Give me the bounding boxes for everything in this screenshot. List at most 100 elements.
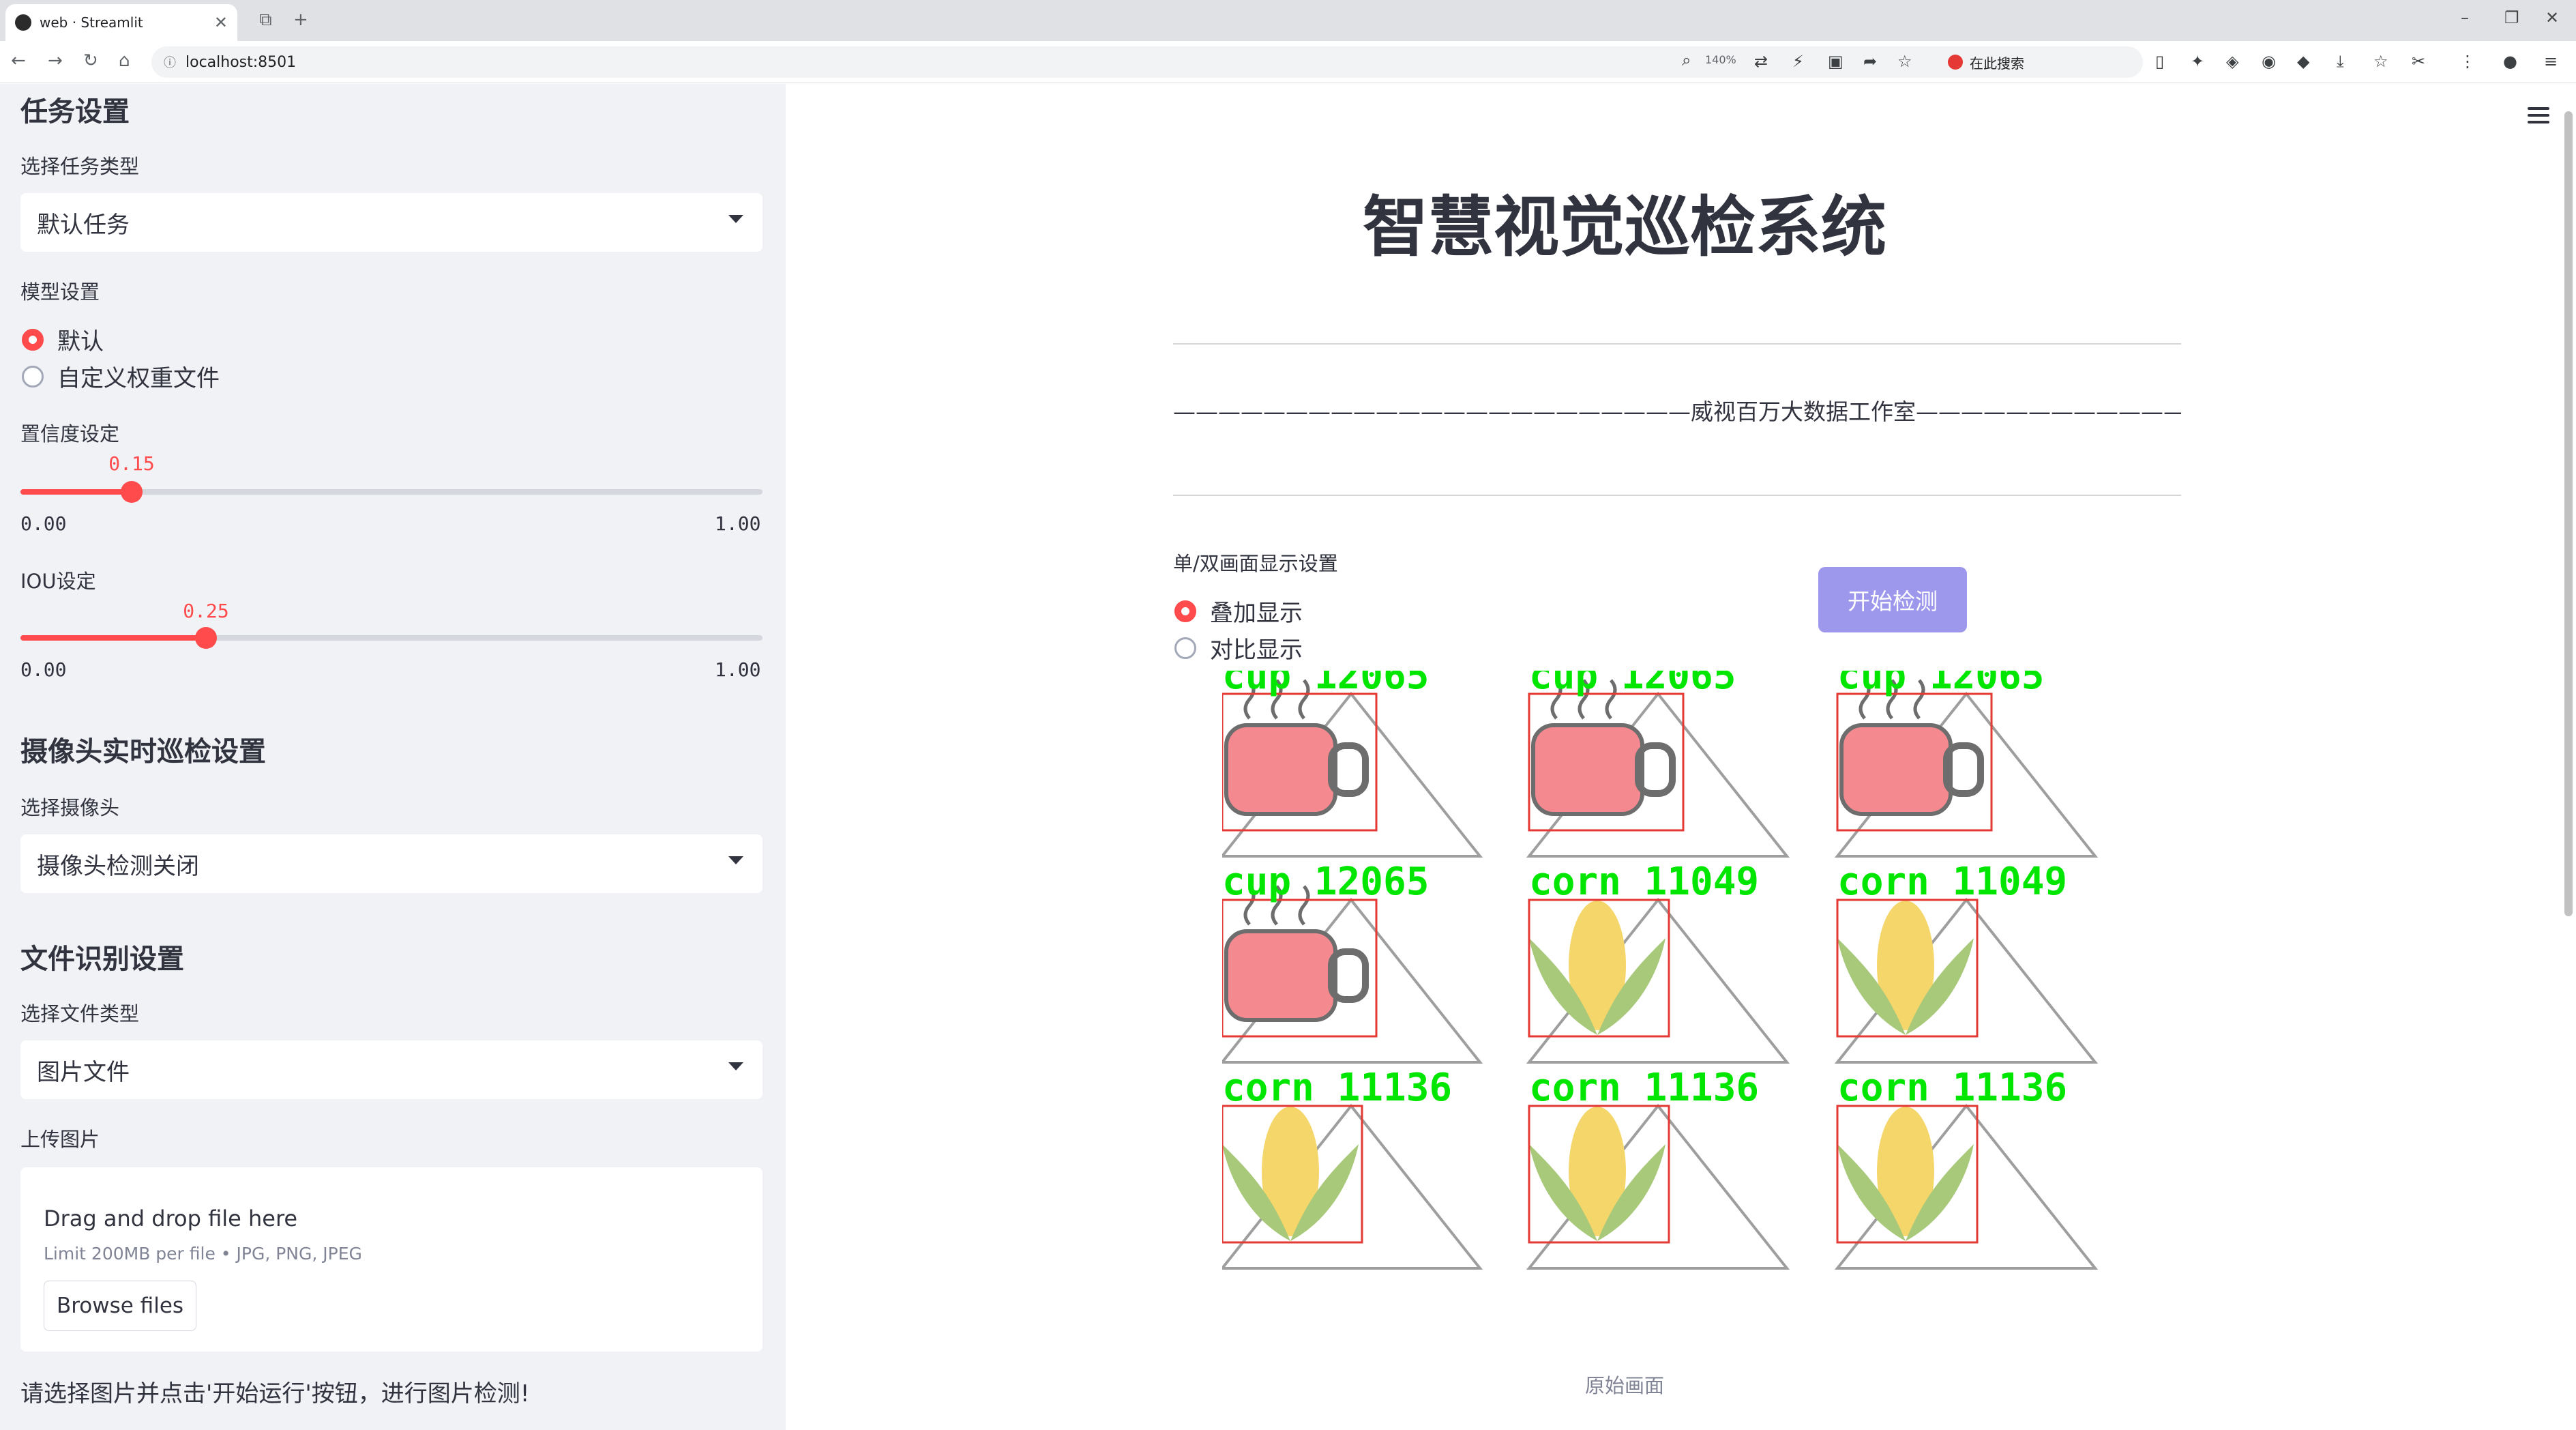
radio-label: 自定义权重文件	[57, 365, 220, 392]
confidence-slider[interactable]	[20, 481, 763, 503]
extension-icon[interactable]: ✦	[2191, 52, 2204, 71]
studio-banner: ———————————————————————威视百万大数据工作室———————…	[1173, 398, 2181, 425]
file-type-select[interactable]: 图片文件	[20, 1040, 763, 1099]
divider	[1173, 495, 2181, 496]
display-radio-overlay[interactable]: 叠加显示	[1174, 594, 1303, 628]
radio-selected-icon	[22, 328, 44, 351]
confidence-value: 0.15	[108, 452, 155, 475]
confidence-label: 置信度设定	[20, 422, 120, 446]
radio-unselected-icon	[1174, 637, 1196, 659]
cup-icon	[1531, 723, 1644, 816]
model-radio-custom[interactable]: 自定义权重文件	[22, 360, 220, 393]
browser-tab-bar: web · Streamlit ✕ ⧉ + – ❐ ✕	[0, 0, 2576, 41]
restore-icon[interactable]: ❐	[2504, 8, 2519, 27]
search-engine-icon	[1948, 55, 1963, 70]
file-type-value: 图片文件	[37, 1058, 130, 1086]
forward-icon[interactable]: →	[48, 50, 63, 71]
hamburger-menu-icon[interactable]	[2528, 107, 2549, 123]
detection-tile-cup: cup 12065	[1834, 671, 2099, 858]
detection-label: corn 11136	[1529, 1066, 1759, 1110]
browser-tab[interactable]: web · Streamlit ✕	[5, 4, 237, 41]
radio-label: 默认	[57, 328, 104, 355]
bolt-icon[interactable]: ⚡	[1792, 52, 1804, 71]
bookmark-star-icon[interactable]: ☆	[1897, 52, 1912, 71]
detection-label: corn 11136	[1222, 1066, 1452, 1110]
display-mode-label: 单/双画面显示设置	[1173, 552, 1338, 575]
task-type-select[interactable]: 默认任务	[20, 193, 763, 252]
dropzone-text: Drag and drop file here	[44, 1206, 298, 1231]
chevron-down-icon	[728, 856, 743, 864]
dropzone-limit: Limit 200MB per file • JPG, PNG, JPEG	[44, 1244, 362, 1264]
url-text: localhost:8501	[186, 53, 297, 71]
detection-tile-corn: corn 11049	[1526, 860, 1790, 1064]
detection-label: cup 12065	[1222, 860, 1429, 904]
iou-slider-thumb[interactable]	[195, 627, 217, 649]
upload-label: 上传图片	[20, 1128, 100, 1151]
detection-tile-corn: corn 11136	[1222, 1066, 1483, 1270]
detection-tile-corn: corn 11136	[1834, 1066, 2099, 1270]
address-bar[interactable]: ⓘ localhost:8501	[151, 46, 2143, 78]
task-type-label: 选择任务类型	[20, 155, 140, 178]
detection-tile-cup: cup 12065	[1526, 671, 1790, 858]
back-icon[interactable]: ←	[11, 50, 26, 71]
start-detection-button[interactable]: 开始检测	[1818, 567, 1967, 632]
zoom-icon[interactable]: ⌕	[1682, 50, 1691, 70]
file-dropzone[interactable]: Drag and drop file here Limit 200MB per …	[20, 1167, 763, 1352]
cut-icon[interactable]: ✂	[2412, 52, 2425, 71]
page-title: 智慧视觉巡检系统	[1363, 189, 1886, 265]
slider-fill	[20, 635, 206, 641]
extension-icon[interactable]: ◆	[2297, 52, 2309, 71]
tab-title: web · Streamlit	[40, 14, 143, 31]
search-box[interactable]: 在此搜索	[1937, 46, 2139, 78]
detection-tile-corn: corn 11136	[1526, 1066, 1790, 1270]
iou-slider[interactable]	[20, 627, 763, 649]
display-radio-compare[interactable]: 对比显示	[1174, 631, 1303, 665]
screenshot-icon[interactable]: ▣	[1828, 52, 1844, 71]
camera-label: 选择摄像头	[20, 796, 120, 819]
reading-mode-icon[interactable]: ▯	[2155, 52, 2164, 71]
reload-icon[interactable]: ↻	[83, 50, 98, 71]
camera-settings-heading: 摄像头实时巡检设置	[20, 736, 266, 768]
extension-icon[interactable]: ◉	[2262, 52, 2276, 71]
divider	[1173, 343, 2181, 345]
detection-tile-corn: corn 11049	[1834, 860, 2099, 1064]
new-tab-icon[interactable]: +	[293, 10, 308, 30]
close-window-icon[interactable]: ✕	[2545, 8, 2559, 27]
share-icon[interactable]: ➦	[1863, 52, 1877, 71]
slider-fill	[20, 489, 132, 495]
task-settings-heading: 任务设置	[20, 96, 130, 128]
instruction-text: 请选择图片并点击'开始运行'按钮，进行图片检测!	[20, 1380, 530, 1407]
tab-groups-icon[interactable]: ⧉	[259, 10, 272, 31]
iou-value: 0.25	[183, 600, 229, 622]
camera-select[interactable]: 摄像头检测关闭	[20, 834, 763, 893]
browser-menu-icon[interactable]: ≡	[2544, 52, 2558, 71]
model-radio-default[interactable]: 默认	[22, 323, 104, 356]
cup-icon	[1224, 929, 1337, 1022]
chevron-down-icon	[728, 1062, 743, 1070]
extension-icon[interactable]: ◈	[2226, 52, 2238, 71]
iou-min: 0.00	[20, 658, 67, 681]
scrollbar[interactable]	[2564, 111, 2573, 916]
translate-icon[interactable]: ⇄	[1754, 52, 1768, 71]
profile-avatar-icon[interactable]: ●	[2503, 52, 2517, 71]
cup-icon	[1839, 723, 1953, 816]
close-tab-icon[interactable]: ✕	[214, 13, 228, 32]
task-type-value: 默认任务	[37, 211, 130, 239]
detection-result-image: cup 12065 cup 12065 cup 12065 cup 12065 corn…	[1222, 671, 2099, 1270]
download-icon[interactable]: ⤓	[2337, 52, 2344, 71]
favorites-icon[interactable]: ☆	[2373, 52, 2388, 71]
camera-value: 摄像头检测关闭	[37, 852, 199, 880]
more-menu-icon[interactable]: ⋮	[2459, 52, 2476, 71]
site-info-icon[interactable]: ⓘ	[164, 53, 176, 71]
confidence-max: 1.00	[715, 512, 761, 535]
detection-label: corn 11136	[1837, 1066, 2067, 1110]
chevron-down-icon	[728, 215, 743, 223]
iou-label: IOU设定	[20, 570, 96, 593]
browse-files-button[interactable]: Browse files	[44, 1281, 196, 1331]
detection-tile-cup: cup 12065	[1222, 860, 1483, 1064]
minimize-icon[interactable]: –	[2461, 8, 2469, 27]
confidence-slider-thumb[interactable]	[121, 481, 143, 503]
home-icon[interactable]: ⌂	[119, 50, 130, 71]
detection-label: cup 12065	[1222, 671, 1429, 698]
detection-label: corn 11049	[1529, 860, 1759, 904]
